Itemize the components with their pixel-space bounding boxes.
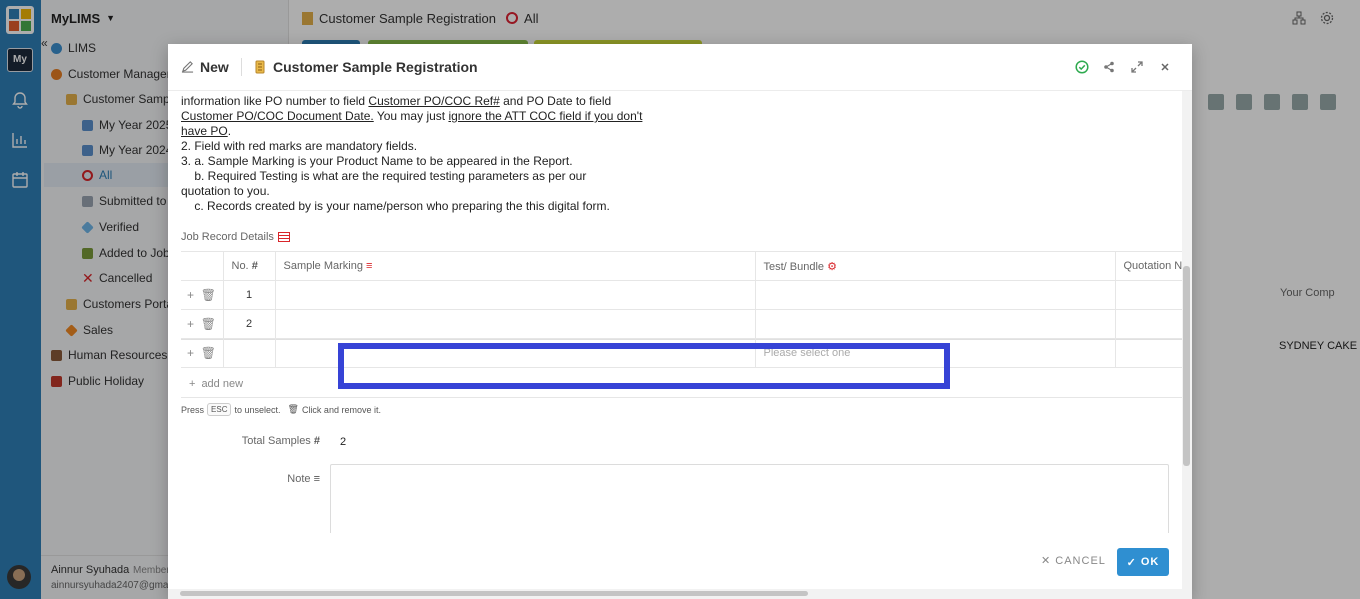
quotation-cell[interactable] [1115, 309, 1182, 339]
ok-button[interactable]: ✓ OK [1117, 548, 1169, 576]
dialog-title: Customer Sample Registration [273, 59, 478, 75]
bundle-icon: ⚙ [827, 260, 837, 273]
instruction-text: and PO Date to field [499, 94, 612, 108]
check-circle-icon[interactable] [1075, 60, 1089, 74]
row-actions-header [181, 251, 224, 281]
field-label-text: Total Samples [241, 435, 311, 447]
add-row-icon[interactable]: + [187, 288, 194, 302]
edit-icon [181, 61, 194, 73]
hash-icon: # [313, 435, 320, 447]
note-label: Note ≡ [248, 473, 320, 485]
instruction-line: information like PO number to field Cust… [181, 94, 681, 109]
section-label: Job Record Details [181, 231, 290, 243]
plus-icon: + [189, 378, 196, 390]
instruction-emphasis: Customer PO/COC Ref# [368, 94, 500, 108]
share-icon[interactable] [1102, 60, 1116, 74]
vertical-scrollbar[interactable] [1182, 91, 1192, 589]
section-label-text: Job Record Details [181, 231, 274, 243]
scroll-thumb[interactable] [1183, 266, 1190, 466]
instruction-line: quotation to you. [181, 184, 270, 198]
sample-marking-cell[interactable] [275, 280, 756, 310]
column-header-test-bundle[interactable]: Test/ Bundle ⚙ [755, 251, 1116, 281]
add-row-icon[interactable]: + [187, 317, 194, 331]
scroll-thumb[interactable] [180, 591, 808, 596]
header-divider [241, 58, 242, 76]
instruction-line: 3. a. Sample Marking is your Product Nam… [181, 154, 573, 168]
cancel-label: CANCEL [1055, 555, 1106, 567]
add-row-icon[interactable]: + [187, 346, 194, 360]
row-actions: + 🗑 [181, 280, 224, 310]
column-header-sample-marking[interactable]: Sample Marking ≡ [275, 251, 756, 281]
highlight-box [338, 343, 950, 389]
hint-text: Click and remove it. [301, 404, 381, 415]
sample-marking-cell[interactable] [275, 309, 756, 339]
row-number: 2 [223, 309, 276, 339]
dialog-header: New Customer Sample Registration [168, 44, 1192, 91]
instructions: information like PO number to field Cust… [181, 94, 681, 214]
trash-icon[interactable]: 🗑 [201, 346, 216, 360]
add-new-label: add new [201, 378, 244, 390]
close-icon: ✕ [1041, 555, 1056, 567]
column-label: No. [231, 260, 249, 272]
expand-icon[interactable] [1130, 60, 1144, 74]
instruction-line: b. Required Testing is what are the requ… [181, 169, 587, 183]
table-icon [277, 232, 290, 242]
dialog-mode: New [200, 59, 229, 75]
row-actions: + 🗑 [181, 338, 224, 368]
row-number: 1 [223, 280, 276, 310]
table-header-row: No. # Sample Marking ≡ Test/ Bundle ⚙ Qu… [181, 251, 1183, 281]
text-lines-icon: ≡ [366, 260, 373, 272]
dialog-body: information like PO number to field Cust… [168, 91, 1182, 533]
hash-icon: # [251, 260, 258, 272]
instruction-emphasis: ignore the ATT COC field if you don't [448, 109, 643, 123]
scroll-icon [255, 60, 265, 74]
total-samples-label: Total Samples # [233, 435, 320, 447]
instruction-text: information like PO number to field [181, 94, 369, 108]
column-label: Test/ Bundle [763, 260, 825, 273]
trash-icon: 🗑 [287, 404, 299, 414]
hint-text: to unselect. [234, 404, 281, 415]
text-lines-icon: ≡ [313, 473, 320, 485]
check-icon: ✓ [1126, 556, 1137, 569]
registration-dialog: New Customer Sample Registration informa… [168, 44, 1192, 599]
quotation-cell[interactable] [1115, 338, 1182, 368]
table-row[interactable]: + 🗑 1 [181, 280, 1182, 310]
hint-text: Press [181, 404, 205, 415]
instruction-line: Customer PO/COC Document Date. You may j… [181, 109, 681, 124]
row-actions: + 🗑 [181, 309, 224, 339]
instruction-text: You may just [373, 109, 449, 123]
esc-key: ESC [207, 403, 232, 416]
row-number [223, 338, 276, 368]
field-label-text: Note [287, 473, 311, 485]
keyboard-hint: Press ESC to unselect. 🗑 Click and remov… [181, 403, 381, 416]
test-bundle-cell[interactable] [755, 280, 1116, 310]
instruction-emphasis: Customer PO/COC Document Date. [181, 109, 374, 123]
instruction-line: c. Records created by is your name/perso… [181, 199, 610, 213]
quotation-cell[interactable] [1115, 280, 1182, 310]
cancel-button[interactable]: ✕ CANCEL [1041, 554, 1106, 567]
column-header-no: No. # [223, 251, 276, 281]
instruction-emphasis: have PO [181, 124, 228, 138]
ok-label: OK [1140, 556, 1160, 568]
column-label: Sample Marking [283, 260, 363, 272]
column-label: Quotation N [1123, 260, 1183, 272]
note-textarea[interactable] [330, 464, 1169, 533]
table-row[interactable]: + 🗑 2 [181, 309, 1182, 339]
instruction-line: have PO. [181, 124, 681, 139]
horizontal-scrollbar[interactable] [168, 589, 1192, 599]
column-header-quotation[interactable]: Quotation N [1115, 251, 1183, 281]
trash-icon[interactable]: 🗑 [201, 317, 216, 331]
instruction-text: . [227, 124, 232, 138]
test-bundle-cell[interactable] [755, 309, 1116, 339]
total-samples-value: 2 [340, 436, 347, 448]
close-icon[interactable] [1158, 60, 1172, 74]
trash-icon[interactable]: 🗑 [201, 288, 216, 302]
instruction-line: 2. Field with red marks are mandatory fi… [181, 139, 418, 153]
